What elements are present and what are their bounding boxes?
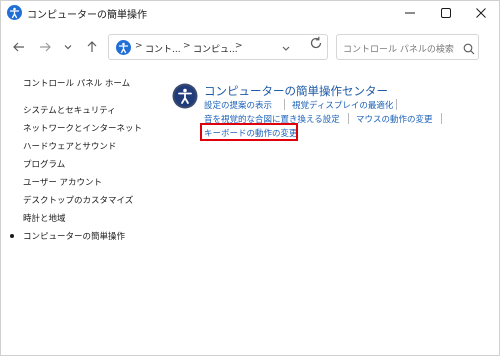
main-content: コンピューターの簡単操作センター 設定の提案の表示 視覚ディスプレイの最適化 音… <box>166 69 496 189</box>
sidebar: コントロール パネル ホーム システムとセキュリティ ネットワークとインターネッ… <box>1 69 161 269</box>
breadcrumb-chevron-icon[interactable]: > <box>235 41 243 51</box>
accessibility-icon <box>116 40 131 55</box>
breadcrumb-ease-of-access[interactable]: コンピュ... <box>193 42 238 55</box>
forward-arrow-icon[interactable] <box>35 37 55 57</box>
link-mouse-settings[interactable]: マウスの動作の変更 <box>356 113 433 125</box>
accessibility-icon <box>7 5 22 20</box>
link-separator <box>284 99 285 110</box>
page-title[interactable]: コンピューターの簡単操作センター <box>204 83 388 99</box>
sidebar-item-ease-of-access[interactable]: コンピューターの簡単操作 <box>23 230 125 242</box>
back-arrow-icon[interactable] <box>9 37 29 57</box>
refresh-icon[interactable] <box>306 33 326 53</box>
link-setting-suggestions[interactable]: 設定の提案の表示 <box>204 99 272 111</box>
sidebar-item-clock-region[interactable]: 時計と地域 <box>23 212 66 224</box>
current-page-bullet-icon <box>10 234 14 238</box>
search-input[interactable]: コントロール パネルの検索 <box>336 34 479 60</box>
window-title: コンピューターの簡単操作 <box>27 10 147 21</box>
sidebar-item-network-internet[interactable]: ネットワークとインターネット <box>23 122 142 134</box>
breadcrumb-chevron-icon[interactable]: > <box>135 41 143 51</box>
control-panel-window: コンピューターの簡単操作 > コント... > コンピュ... > コントロール… <box>0 0 500 356</box>
recent-locations-chevron-icon[interactable] <box>58 37 78 57</box>
sidebar-item-desktop-customization[interactable]: デスクトップのカスタマイズ <box>23 194 133 206</box>
link-separator <box>348 113 349 124</box>
search-icon[interactable] <box>462 41 476 55</box>
link-separator <box>396 99 397 110</box>
ease-of-access-center-icon <box>172 83 198 109</box>
highlight-box <box>200 123 298 141</box>
maximize-button[interactable] <box>428 1 464 25</box>
sidebar-item-programs[interactable]: プログラム <box>23 158 65 170</box>
search-placeholder: コントロール パネルの検索 <box>343 45 454 55</box>
sidebar-item-user-accounts[interactable]: ユーザー アカウント <box>23 176 102 188</box>
address-dropdown-chevron-icon[interactable] <box>279 40 293 54</box>
close-button[interactable] <box>463 1 499 25</box>
navigation-bar: > コント... > コンピュ... > コントロール パネルの検索 <box>1 25 499 69</box>
sidebar-item-hardware-sound[interactable]: ハードウェアとサウンド <box>23 140 116 152</box>
title-bar: コンピューターの簡単操作 <box>1 1 499 25</box>
minimize-button[interactable] <box>392 1 428 25</box>
up-arrow-icon[interactable] <box>82 37 102 57</box>
link-separator <box>441 113 442 124</box>
address-bar[interactable]: > コント... > コンピュ... > <box>108 34 328 60</box>
sidebar-item-control-panel-home[interactable]: コントロール パネル ホーム <box>23 77 130 89</box>
breadcrumb-control-panel[interactable]: コント... <box>145 42 181 55</box>
link-optimize-display[interactable]: 視覚ディスプレイの最適化 <box>292 99 393 111</box>
sidebar-item-system-security[interactable]: システムとセキュリティ <box>23 104 116 116</box>
breadcrumb-chevron-icon[interactable]: > <box>183 41 191 51</box>
